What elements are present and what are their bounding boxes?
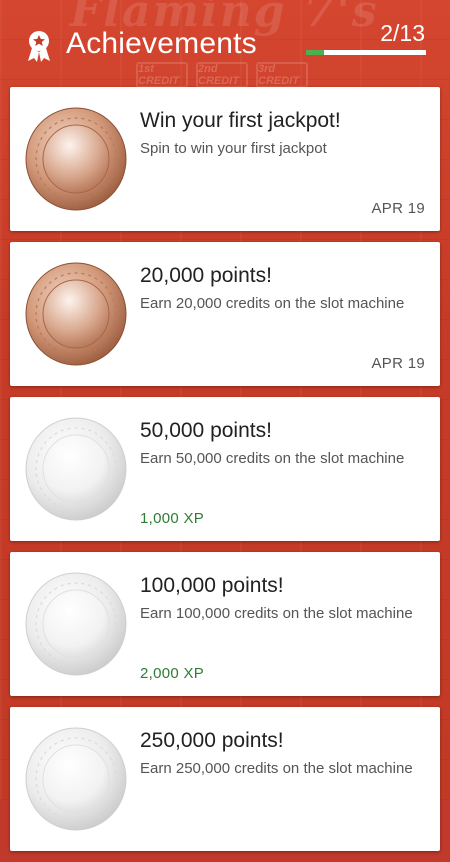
achievement-progress-fill <box>306 50 325 55</box>
achievement-card[interactable]: Win your first jackpot! Spin to win your… <box>10 87 440 231</box>
achievement-title: 100,000 points! <box>140 574 284 597</box>
achievement-date: APR 19 <box>371 200 425 217</box>
achievement-description: Spin to win your first jackpot <box>140 140 327 157</box>
bronze-medal-icon <box>24 262 128 366</box>
achievement-xp-reward: 1,000 XP <box>140 510 205 527</box>
achievement-card[interactable]: 250,000 points! Earn 250,000 credits on … <box>10 707 440 851</box>
achievement-description: Earn 250,000 credits on the slot machine <box>140 760 413 777</box>
achievement-title: 250,000 points! <box>140 729 284 752</box>
achievement-card[interactable]: 50,000 points! Earn 50,000 credits on th… <box>10 397 440 541</box>
achievement-count: 2/13 <box>380 20 425 46</box>
achievement-progress-bar <box>306 50 426 55</box>
achievement-card[interactable]: 20,000 points! Earn 20,000 credits on th… <box>10 242 440 386</box>
silver-medal-icon <box>24 572 128 676</box>
achievement-description: Earn 100,000 credits on the slot machine <box>140 605 413 622</box>
achievement-description: Earn 50,000 credits on the slot machine <box>140 450 405 467</box>
ribbon-badge-icon <box>28 31 50 62</box>
bronze-medal-icon <box>24 107 128 211</box>
page-title: Achievements <box>66 27 257 60</box>
achievement-date: APR 19 <box>371 355 425 372</box>
achievement-xp-reward: 2,000 XP <box>140 665 205 682</box>
achievement-title: Win your first jackpot! <box>140 109 341 132</box>
silver-medal-icon <box>24 727 128 831</box>
achievement-list: Win your first jackpot! Spin to win your… <box>10 87 440 862</box>
achievement-title: 20,000 points! <box>140 264 272 287</box>
achievement-card[interactable]: 100,000 points! Earn 100,000 credits on … <box>10 552 440 696</box>
achievements-header: Achievements 2/13 <box>0 0 450 86</box>
achievement-title: 50,000 points! <box>140 419 272 442</box>
achievement-description: Earn 20,000 credits on the slot machine <box>140 295 405 312</box>
silver-medal-icon <box>24 417 128 521</box>
